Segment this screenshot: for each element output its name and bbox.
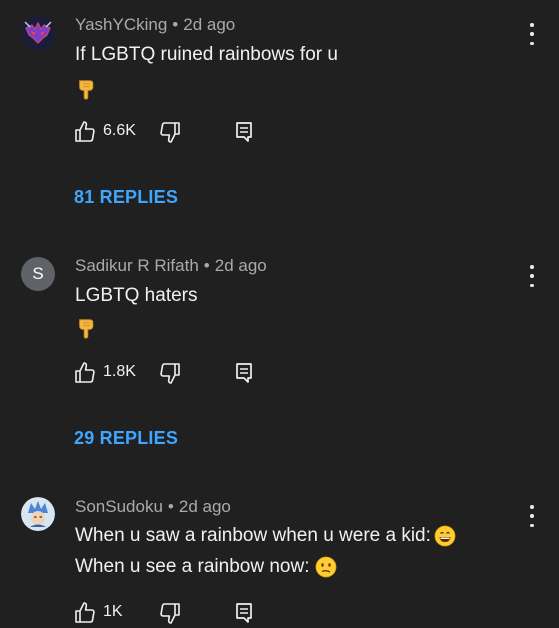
dislike-icon[interactable] [158, 361, 182, 385]
comment-meta: Sadikur R Rifath • 2d ago [75, 256, 267, 276]
like-count: 1K [103, 603, 123, 620]
reply-icon[interactable] [232, 120, 256, 144]
comment-text: When u see a rainbow now: [75, 556, 310, 577]
avatar[interactable] [21, 497, 55, 531]
avatar[interactable]: S [21, 257, 55, 291]
like-count: 6.6K [103, 122, 136, 139]
author-name[interactable]: YashYCking [75, 15, 167, 34]
timestamp[interactable]: 2d ago [215, 256, 267, 275]
comment-text: When u saw a rainbow when u were a kid: [75, 525, 431, 546]
comment-meta: SonSudoku • 2d ago [75, 497, 231, 517]
author-name[interactable]: SonSudoku [75, 497, 163, 516]
more-options-icon[interactable] [528, 23, 536, 45]
separator: • [172, 15, 179, 34]
backhand-index-pointing-down-icon [75, 78, 97, 100]
separator: • [167, 497, 174, 516]
view-replies-button[interactable]: 81 REPLIES [74, 187, 178, 208]
comment-text-line-1: When u saw a rainbow when u were a kid: [75, 525, 456, 547]
action-bar: 1K [73, 601, 273, 625]
like-count: 1.8K [103, 363, 136, 380]
reply-icon[interactable] [232, 601, 256, 625]
dislike-icon[interactable] [158, 601, 182, 625]
backhand-index-pointing-down-icon [75, 317, 97, 339]
like-icon[interactable] [73, 120, 97, 144]
more-options-icon[interactable] [528, 505, 536, 527]
comment-meta: YashYCking • 2d ago [75, 15, 235, 35]
avatar[interactable] [21, 16, 55, 50]
comment-text-line-2: When u see a rainbow now: [75, 556, 337, 578]
dislike-icon[interactable] [158, 120, 182, 144]
like-icon[interactable] [73, 601, 97, 625]
action-bar: 6.6K [73, 120, 273, 144]
timestamp[interactable]: 2d ago [179, 497, 231, 516]
confused-face-icon [316, 556, 337, 578]
separator: • [203, 256, 210, 275]
author-name[interactable]: Sadikur R Rifath [75, 256, 199, 275]
reply-icon[interactable] [232, 361, 256, 385]
like-icon[interactable] [73, 361, 97, 385]
timestamp[interactable]: 2d ago [183, 15, 235, 34]
comment-text: If LGBTQ ruined rainbows for u [75, 44, 338, 65]
view-replies-button[interactable]: 29 REPLIES [74, 428, 178, 449]
action-bar: 1.8K [73, 361, 273, 385]
more-options-icon[interactable] [528, 265, 536, 287]
grinning-face-icon [434, 525, 456, 547]
comment-text: LGBTQ haters [75, 285, 198, 306]
